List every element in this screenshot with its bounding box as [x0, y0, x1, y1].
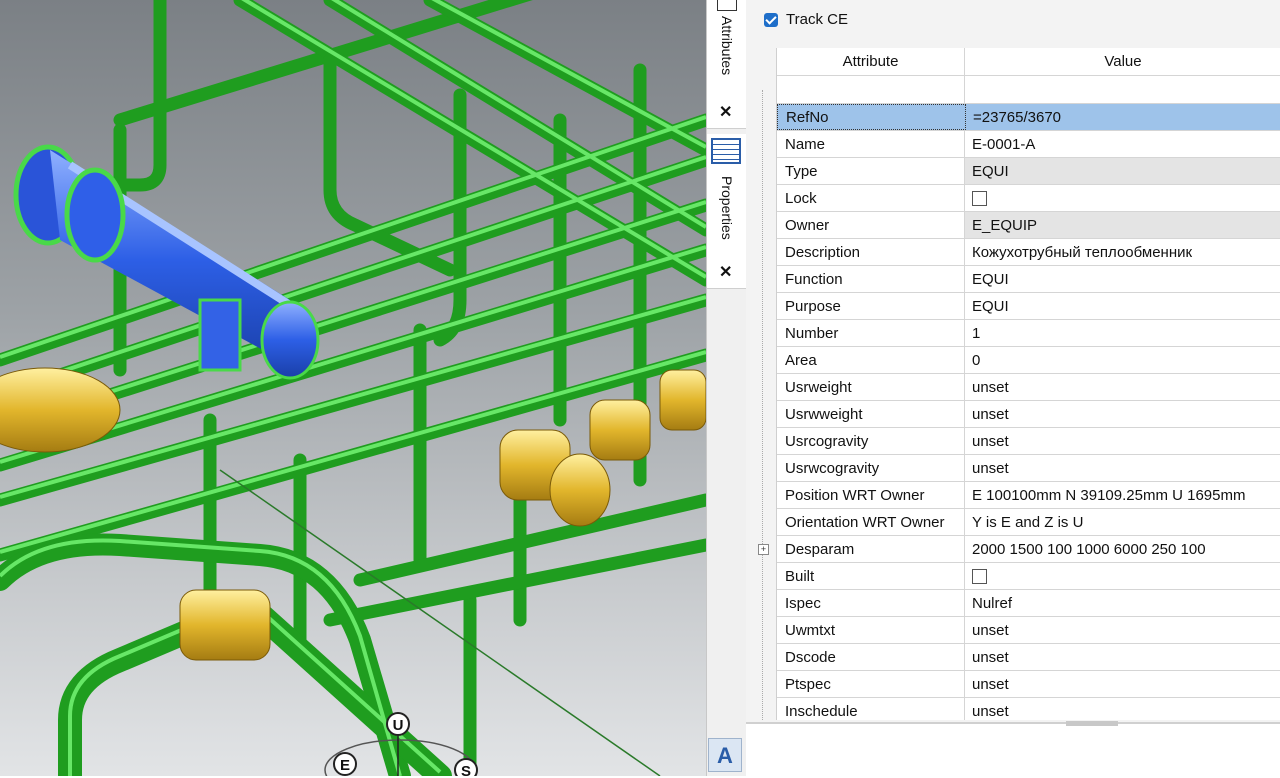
attribute-name-cell[interactable]: Ptspec	[777, 671, 965, 697]
table-row[interactable]: Orientation WRT Owner Y is E and Z is U	[777, 509, 1280, 536]
table-row[interactable]: Ptspec unset	[777, 671, 1280, 698]
attribute-value-cell[interactable]: unset	[965, 644, 1280, 670]
attribute-name-cell[interactable]: Purpose	[777, 293, 965, 319]
checkbox-unchecked-icon[interactable]	[972, 190, 987, 206]
attribute-value-cell[interactable]: 1	[965, 320, 1280, 346]
table-row[interactable]: Ispec Nulref	[777, 590, 1280, 617]
table-row[interactable]: Area 0	[777, 347, 1280, 374]
model-3d-viewport[interactable]: U E S	[0, 0, 706, 776]
dock-tab-strip: Attributes ✕ Properties ✕	[706, 0, 747, 776]
table-row[interactable]: Description Кожухотрубный теплообменник	[777, 239, 1280, 266]
attribute-value-cell[interactable]: unset	[965, 374, 1280, 400]
track-ce-checkbox[interactable]: Track CE	[764, 11, 848, 28]
attribute-value-cell[interactable]: 2000 1500 100 1000 6000 250 100	[965, 536, 1280, 562]
attribute-value-cell[interactable]: E-0001-A	[965, 131, 1280, 157]
attribute-name-cell[interactable]: Desparam	[777, 536, 965, 562]
attribute-name-cell[interactable]: Usrwcogravity	[777, 455, 965, 481]
attribute-grid: Attribute Value RefNo =23765/3670 Name E-00…	[776, 48, 1280, 720]
checkbox-checked-icon[interactable]	[764, 12, 778, 27]
text-style-icon[interactable]: A	[708, 738, 742, 772]
attribute-name-cell[interactable]: Inschedule	[777, 698, 965, 720]
table-row[interactable]: Purpose EQUI	[777, 293, 1280, 320]
attribute-name-cell[interactable]: Usrwweight	[777, 401, 965, 427]
attribute-name-cell[interactable]: Uwmtxt	[777, 617, 965, 643]
close-icon[interactable]: ✕	[719, 102, 732, 122]
attribute-name-cell[interactable]: Function	[777, 266, 965, 292]
table-row[interactable]: Inschedule unset	[777, 698, 1280, 720]
table-row[interactable]: Uwmtxt unset	[777, 617, 1280, 644]
attribute-value-cell[interactable]: unset	[965, 698, 1280, 720]
table-row[interactable]: Usrweight unset	[777, 374, 1280, 401]
column-header-value[interactable]: Value	[965, 48, 1280, 75]
table-row[interactable]: Name E-0001-A	[777, 131, 1280, 158]
table-row[interactable]: Built	[777, 563, 1280, 590]
attribute-value-cell[interactable]: EQUI	[965, 266, 1280, 292]
table-icon	[711, 138, 741, 164]
attribute-name-cell[interactable]: Usrcogravity	[777, 428, 965, 454]
column-header-attribute[interactable]: Attribute	[777, 48, 965, 75]
table-row[interactable]: Dscode unset	[777, 644, 1280, 671]
attribute-value-cell[interactable]: unset	[965, 401, 1280, 427]
attribute-value-cell[interactable]: =23765/3670	[966, 104, 1280, 130]
table-row[interactable]: Usrcogravity unset	[777, 428, 1280, 455]
tab-attributes[interactable]: Attributes ✕	[707, 0, 746, 129]
attribute-checkbox-cell[interactable]	[965, 185, 1280, 211]
attribute-value-cell[interactable]: EQUI	[965, 293, 1280, 319]
checkbox-unchecked-icon[interactable]	[972, 568, 987, 584]
tab-properties-label[interactable]: Properties	[719, 176, 735, 240]
model-scene[interactable]	[0, 0, 706, 776]
attribute-value-cell[interactable]: Nulref	[965, 590, 1280, 616]
attribute-name-cell[interactable]: Owner	[777, 212, 965, 238]
attributes-panel: Track CE + Attribute Value RefNo =23765/3…	[746, 0, 1280, 778]
close-icon[interactable]: ✕	[719, 262, 732, 282]
attribute-value-cell[interactable]: 0	[965, 347, 1280, 373]
attribute-value-cell[interactable]: Y is E and Z is U	[965, 509, 1280, 535]
attribute-checkbox-cell[interactable]	[965, 563, 1280, 589]
attribute-value-cell[interactable]: EQUI	[965, 158, 1280, 184]
table-row[interactable]: Position WRT Owner E 100100mm N 39109.25m…	[777, 482, 1280, 509]
attribute-name-cell[interactable]: Ispec	[777, 590, 965, 616]
attribute-name-cell[interactable]: Name	[777, 131, 965, 157]
gizmo-east-label[interactable]: E	[333, 752, 357, 776]
table-row[interactable]: RefNo =23765/3670	[777, 104, 1280, 131]
gizmo-south-label[interactable]: S	[454, 758, 478, 776]
table-row[interactable]: Type EQUI	[777, 158, 1280, 185]
expand-icon[interactable]: +	[758, 544, 769, 555]
table-row[interactable]: Desparam 2000 1500 100 1000 6000 250 100	[777, 536, 1280, 563]
panel-footer	[746, 721, 1280, 778]
table-row[interactable]: Lock	[777, 185, 1280, 212]
attribute-name-cell[interactable]: Area	[777, 347, 965, 373]
attribute-name-cell[interactable]: RefNo	[777, 104, 966, 130]
attribute-name-cell[interactable]: Position WRT Owner	[777, 482, 965, 508]
table-row[interactable]: Usrwcogravity unset	[777, 455, 1280, 482]
attribute-name-cell[interactable]: Usrweight	[777, 374, 965, 400]
attribute-value-cell[interactable]: unset	[965, 455, 1280, 481]
table-row[interactable]: Usrwweight unset	[777, 401, 1280, 428]
splitter-handle[interactable]	[1066, 721, 1118, 726]
attribute-value-cell[interactable]: Кожухотрубный теплообменник	[965, 239, 1280, 265]
attribute-value-cell[interactable]: unset	[965, 428, 1280, 454]
attribute-name-cell[interactable]: Type	[777, 158, 965, 184]
tree-guide-line	[762, 90, 764, 720]
table-row[interactable]: Function EQUI	[777, 266, 1280, 293]
empty-row	[777, 76, 1280, 104]
grid-header: Attribute Value	[777, 48, 1280, 76]
attribute-value-cell[interactable]: E 100100mm N 39109.25mm U 1695mm	[965, 482, 1280, 508]
attribute-name-cell[interactable]: Orientation WRT Owner	[777, 509, 965, 535]
attribute-value-cell[interactable]: unset	[965, 617, 1280, 643]
table-row[interactable]: Number 1	[777, 320, 1280, 347]
attributes-icon	[717, 0, 737, 11]
tab-attributes-label[interactable]: Attributes	[719, 16, 735, 75]
attribute-name-cell[interactable]: Number	[777, 320, 965, 346]
attribute-name-cell[interactable]: Built	[777, 563, 965, 589]
track-ce-label: Track CE	[786, 11, 848, 28]
attribute-name-cell[interactable]: Lock	[777, 185, 965, 211]
attribute-value-cell[interactable]: unset	[965, 671, 1280, 697]
attribute-name-cell[interactable]: Description	[777, 239, 965, 265]
attribute-name-cell[interactable]: Dscode	[777, 644, 965, 670]
gizmo-up-label[interactable]: U	[386, 712, 410, 736]
tab-properties[interactable]: Properties ✕	[707, 134, 746, 289]
table-row[interactable]: Owner E_EQUIP	[777, 212, 1280, 239]
attribute-value-cell[interactable]: E_EQUIP	[965, 212, 1280, 238]
